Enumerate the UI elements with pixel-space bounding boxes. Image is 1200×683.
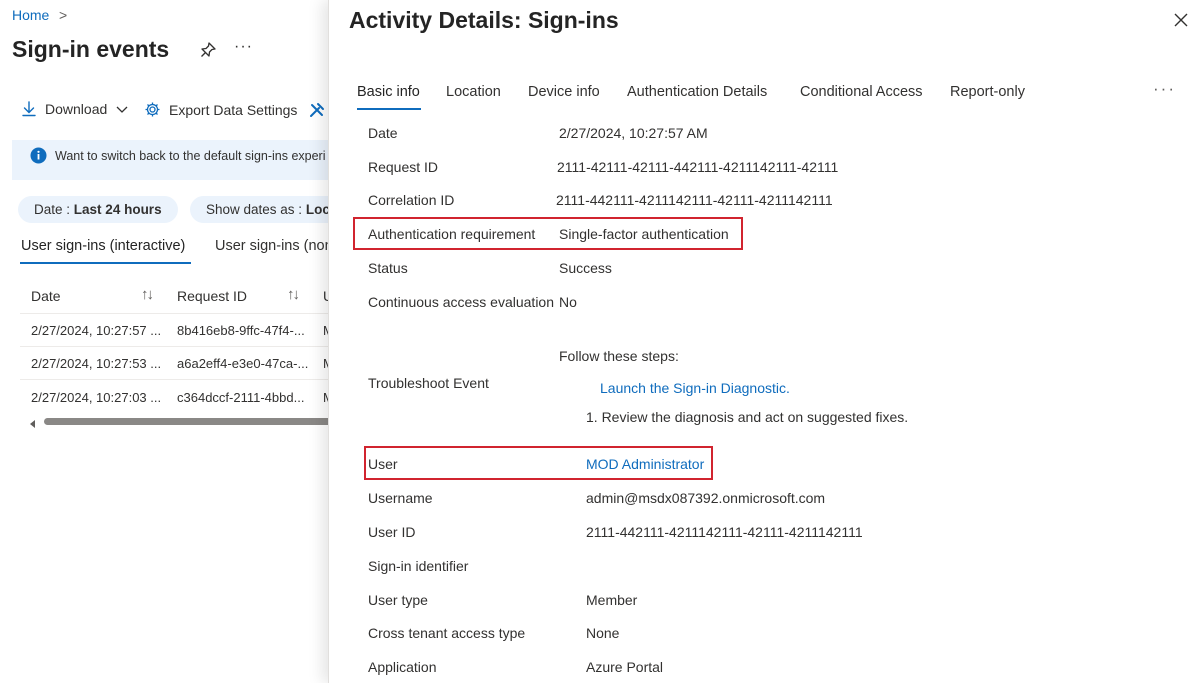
field-value-cross-tenant-access-type: None (586, 625, 620, 641)
column-header-date[interactable]: Date (31, 288, 61, 304)
panel-title: Activity Details: Sign-ins (349, 7, 619, 33)
sort-icon[interactable]: ↑↓ (141, 286, 154, 303)
field-value-request-id: 2111-42111-42111-442111-4211142111-42111 (557, 159, 839, 175)
chevron-down-icon (116, 106, 128, 113)
info-icon (30, 147, 47, 164)
tab-basic-info[interactable]: Basic info (357, 84, 420, 100)
field-label-status: Status (368, 260, 408, 276)
tab-report-only[interactable]: Report-only (950, 84, 1025, 100)
field-label-username: Username (368, 490, 433, 506)
tab-user-signins-noninteractive[interactable]: User sign-ins (non (215, 238, 330, 254)
export-data-settings-label: Export Data Settings (169, 101, 298, 118)
show-dates-value: Loca (305, 202, 330, 217)
export-data-settings-button[interactable]: Export Data Settings (144, 101, 297, 118)
troubleshoot-intro-text: Follow these steps: (559, 348, 679, 364)
field-value-application: Azure Portal (586, 659, 664, 675)
row-request-id: c364dccf-2111-4bbd... (177, 390, 305, 405)
page-title: Sign-in events (12, 36, 170, 62)
troubleshoot-button[interactable] (308, 101, 326, 119)
field-label-user-id: User ID (368, 524, 416, 540)
download-label: Download (45, 101, 108, 117)
tab-user-signins-interactive[interactable]: User sign-ins (interactive) (21, 238, 185, 254)
info-banner-text: Want to switch back to the default sign-… (55, 149, 326, 163)
wrench-icon (310, 103, 324, 117)
close-icon[interactable] (1171, 10, 1191, 30)
scroll-left-arrow-icon[interactable] (28, 416, 38, 432)
highlight-box-authentication-requirement (353, 217, 743, 250)
download-icon (22, 101, 36, 117)
field-label-user-type: User type (368, 592, 428, 608)
table-divider (20, 313, 330, 314)
field-label-troubleshoot-event: Troubleshoot Event (368, 375, 489, 391)
pin-icon[interactable] (199, 41, 217, 59)
show-dates-label: Show dates as : (206, 202, 303, 217)
date-filter-pill[interactable]: Date : Last 24 hours (18, 196, 178, 223)
field-value-correlation-id: 2111-442111-4211142111-42111-4211142111 (556, 192, 833, 208)
field-value-user-id: 2111-442111-4211142111-42111-4211142111 (586, 524, 863, 540)
tab-location[interactable]: Location (446, 84, 501, 100)
field-value-date: 2/27/2024, 10:27:57 AM (559, 125, 708, 141)
field-value-user-type: Member (586, 592, 638, 608)
page-more-icon[interactable]: ··· (234, 38, 253, 56)
horizontal-scrollbar[interactable] (44, 418, 330, 425)
field-value-continuous-access-evaluation: No (559, 294, 577, 310)
field-label-application: Application (368, 659, 437, 675)
column-header-request-id[interactable]: Request ID (177, 288, 247, 304)
field-value-status: Success (559, 260, 612, 276)
tab-active-indicator (20, 262, 191, 264)
tabs-more-icon[interactable]: ··· (1153, 79, 1176, 99)
show-dates-filter-pill[interactable]: Show dates as : Loca (190, 196, 330, 223)
breadcrumb-chevron-icon: > (59, 7, 68, 23)
sort-icon[interactable]: ↑↓ (287, 286, 300, 303)
activity-details-panel: Activity Details: Sign-ins Basic info Lo… (328, 0, 1200, 683)
download-button[interactable]: Download (21, 101, 129, 117)
date-filter-label: Date : (34, 202, 71, 217)
field-label-correlation-id: Correlation ID (368, 192, 455, 208)
tab-conditional-access[interactable]: Conditional Access (800, 84, 923, 100)
field-value-username: admin@msdx087392.onmicrosoft.com (586, 490, 826, 506)
row-request-id: 8b416eb8-9ffc-47f4-... (177, 323, 305, 338)
table-divider (20, 379, 330, 380)
breadcrumb-home-link[interactable]: Home (12, 7, 49, 23)
gear-icon (145, 102, 160, 117)
tab-active-indicator (357, 108, 421, 110)
tab-authentication-details[interactable]: Authentication Details (627, 84, 767, 100)
field-label-signin-identifier: Sign-in identifier (368, 558, 469, 574)
table-divider (20, 346, 330, 347)
field-label-cross-tenant-access-type: Cross tenant access type (368, 625, 526, 641)
row-date: 2/27/2024, 10:27:53 ... (31, 356, 162, 371)
highlight-box-user (364, 446, 713, 480)
background-blade: Home > Sign-in events ··· Download Expor… (0, 0, 330, 683)
row-date: 2/27/2024, 10:27:03 ... (31, 390, 162, 405)
field-label-continuous-access-evaluation: Continuous access evaluation (368, 294, 555, 310)
troubleshoot-step-text: 1. Review the diagnosis and act on sugge… (586, 409, 909, 425)
tab-device-info[interactable]: Device info (528, 84, 600, 100)
row-request-id: a6a2eff4-e3e0-47ca-... (177, 356, 309, 371)
row-date: 2/27/2024, 10:27:57 ... (31, 323, 162, 338)
date-filter-value: Last 24 hours (73, 202, 162, 217)
field-label-request-id: Request ID (368, 159, 439, 175)
launch-signin-diagnostic-link[interactable]: Launch the Sign-in Diagnostic. (600, 380, 790, 396)
field-label-date: Date (368, 125, 398, 141)
